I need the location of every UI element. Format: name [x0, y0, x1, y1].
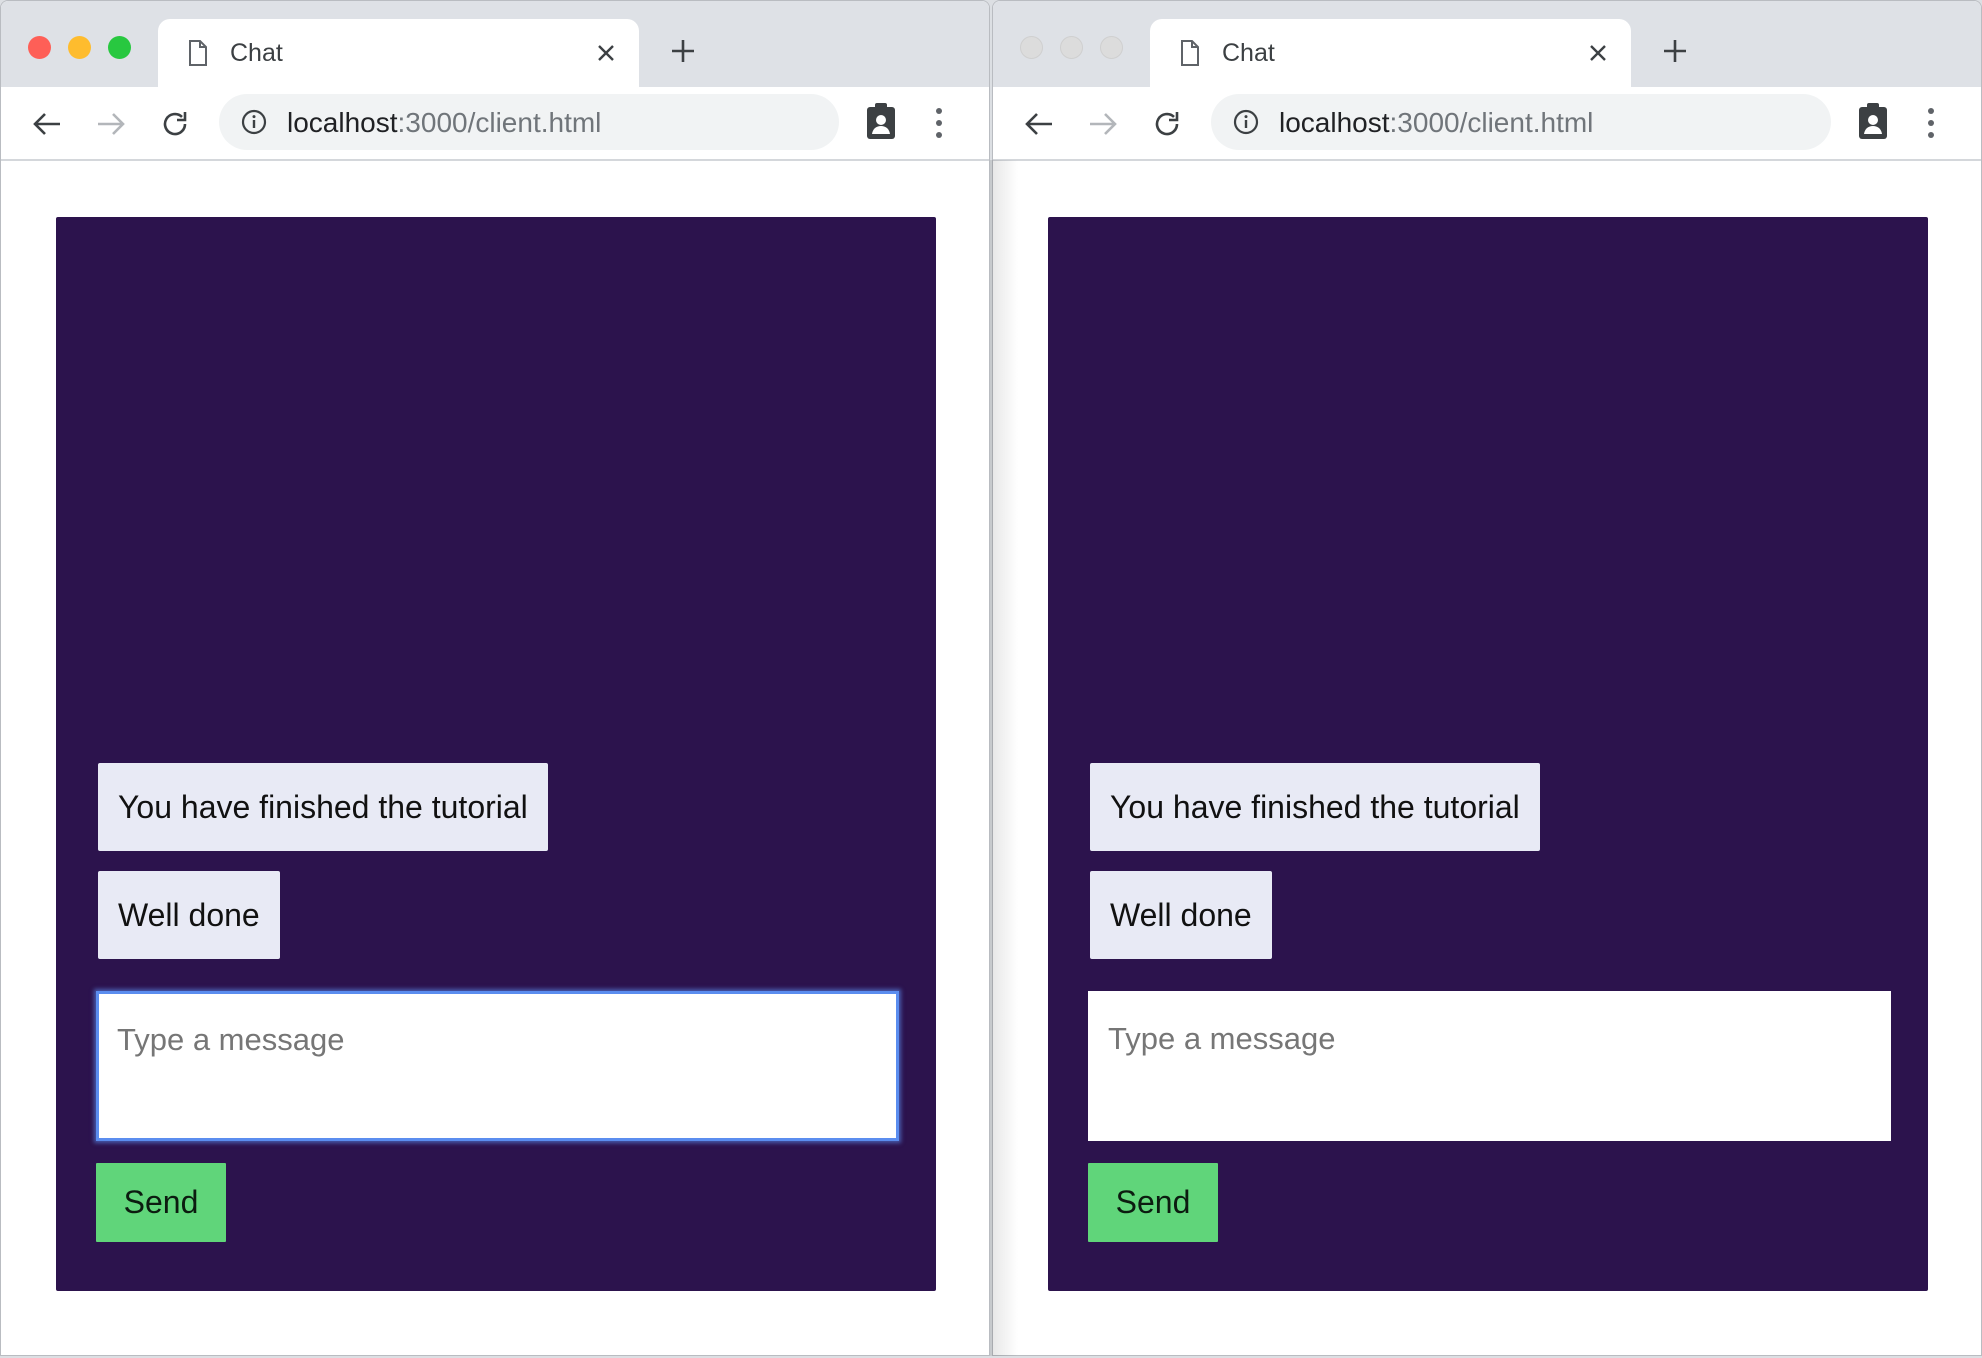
info-icon[interactable] — [1233, 109, 1259, 135]
message-input[interactable]: Type a message — [1088, 991, 1891, 1141]
browser-window-left: Chat localhost:3000/client.html You have… — [0, 0, 990, 1356]
tab-chat[interactable]: Chat — [158, 19, 639, 87]
send-button[interactable]: Send — [96, 1163, 226, 1242]
url-path: :3000/client.html — [1389, 107, 1594, 138]
minimize-window-button[interactable] — [1060, 36, 1083, 59]
page-content: You have finished the tutorial Well done… — [1, 163, 989, 1355]
address-bar[interactable]: localhost:3000/client.html — [219, 94, 839, 150]
plus-icon — [672, 40, 694, 62]
url-text: localhost:3000/client.html — [1279, 107, 1593, 139]
tab-strip: Chat — [1, 1, 989, 87]
new-tab-button[interactable] — [669, 37, 697, 65]
chat-message: Well done — [1090, 871, 1272, 959]
close-window-button[interactable] — [1020, 36, 1043, 59]
reload-button[interactable] — [155, 104, 195, 144]
forward-button[interactable] — [1083, 104, 1123, 144]
url-host: localhost — [287, 107, 398, 138]
close-icon[interactable] — [594, 41, 618, 65]
page-content: You have finished the tutorial Well done… — [993, 163, 1981, 1355]
tab-title: Chat — [230, 39, 283, 67]
arrow-left-icon — [1025, 113, 1052, 135]
chat-panel: You have finished the tutorial Well done… — [56, 217, 936, 1291]
chat-message: You have finished the tutorial — [98, 763, 548, 851]
minimize-window-button[interactable] — [68, 36, 91, 59]
browser-window-right: Chat localhost:3000/client.html You have… — [992, 0, 1982, 1356]
url-host: localhost — [1279, 107, 1390, 138]
arrow-right-icon — [1090, 113, 1117, 135]
address-bar[interactable]: localhost:3000/client.html — [1211, 94, 1831, 150]
document-icon — [1180, 40, 1200, 71]
browser-toolbar: localhost:3000/client.html — [1, 87, 989, 161]
kebab-menu-icon[interactable] — [1921, 103, 1941, 143]
reload-button[interactable] — [1147, 104, 1187, 144]
plus-icon — [1664, 40, 1686, 62]
browser-toolbar: localhost:3000/client.html — [993, 87, 1981, 161]
back-button[interactable] — [27, 104, 67, 144]
new-tab-button[interactable] — [1661, 37, 1689, 65]
close-window-button[interactable] — [28, 36, 51, 59]
back-button[interactable] — [1019, 104, 1059, 144]
close-icon[interactable] — [1586, 41, 1610, 65]
reload-icon — [1155, 112, 1179, 136]
tab-strip: Chat — [993, 1, 1981, 87]
maximize-window-button[interactable] — [108, 36, 131, 59]
message-input-placeholder: Type a message — [117, 1022, 345, 1057]
clipboard-badge-icon[interactable] — [1855, 101, 1891, 141]
chat-message: Well done — [98, 871, 280, 959]
url-text: localhost:3000/client.html — [287, 107, 601, 139]
send-button[interactable]: Send — [1088, 1163, 1218, 1242]
url-path: :3000/client.html — [397, 107, 602, 138]
clipboard-badge-icon[interactable] — [863, 101, 899, 141]
window-controls — [28, 36, 131, 59]
chat-message: You have finished the tutorial — [1090, 763, 1540, 851]
tab-title: Chat — [1222, 39, 1275, 67]
reload-icon — [163, 112, 187, 136]
forward-button[interactable] — [91, 104, 131, 144]
message-input[interactable]: Type a message — [96, 991, 899, 1141]
message-input-placeholder: Type a message — [1108, 1021, 1336, 1056]
document-icon — [188, 40, 208, 71]
chat-panel: You have finished the tutorial Well done… — [1048, 217, 1928, 1291]
info-icon[interactable] — [241, 109, 267, 135]
desktop: Chat localhost:3000/client.html You have… — [0, 0, 1982, 1358]
kebab-menu-icon[interactable] — [929, 103, 949, 143]
tab-chat[interactable]: Chat — [1150, 19, 1631, 87]
arrow-left-icon — [33, 113, 60, 135]
arrow-right-icon — [98, 113, 125, 135]
maximize-window-button[interactable] — [1100, 36, 1123, 59]
window-controls — [1020, 36, 1123, 59]
